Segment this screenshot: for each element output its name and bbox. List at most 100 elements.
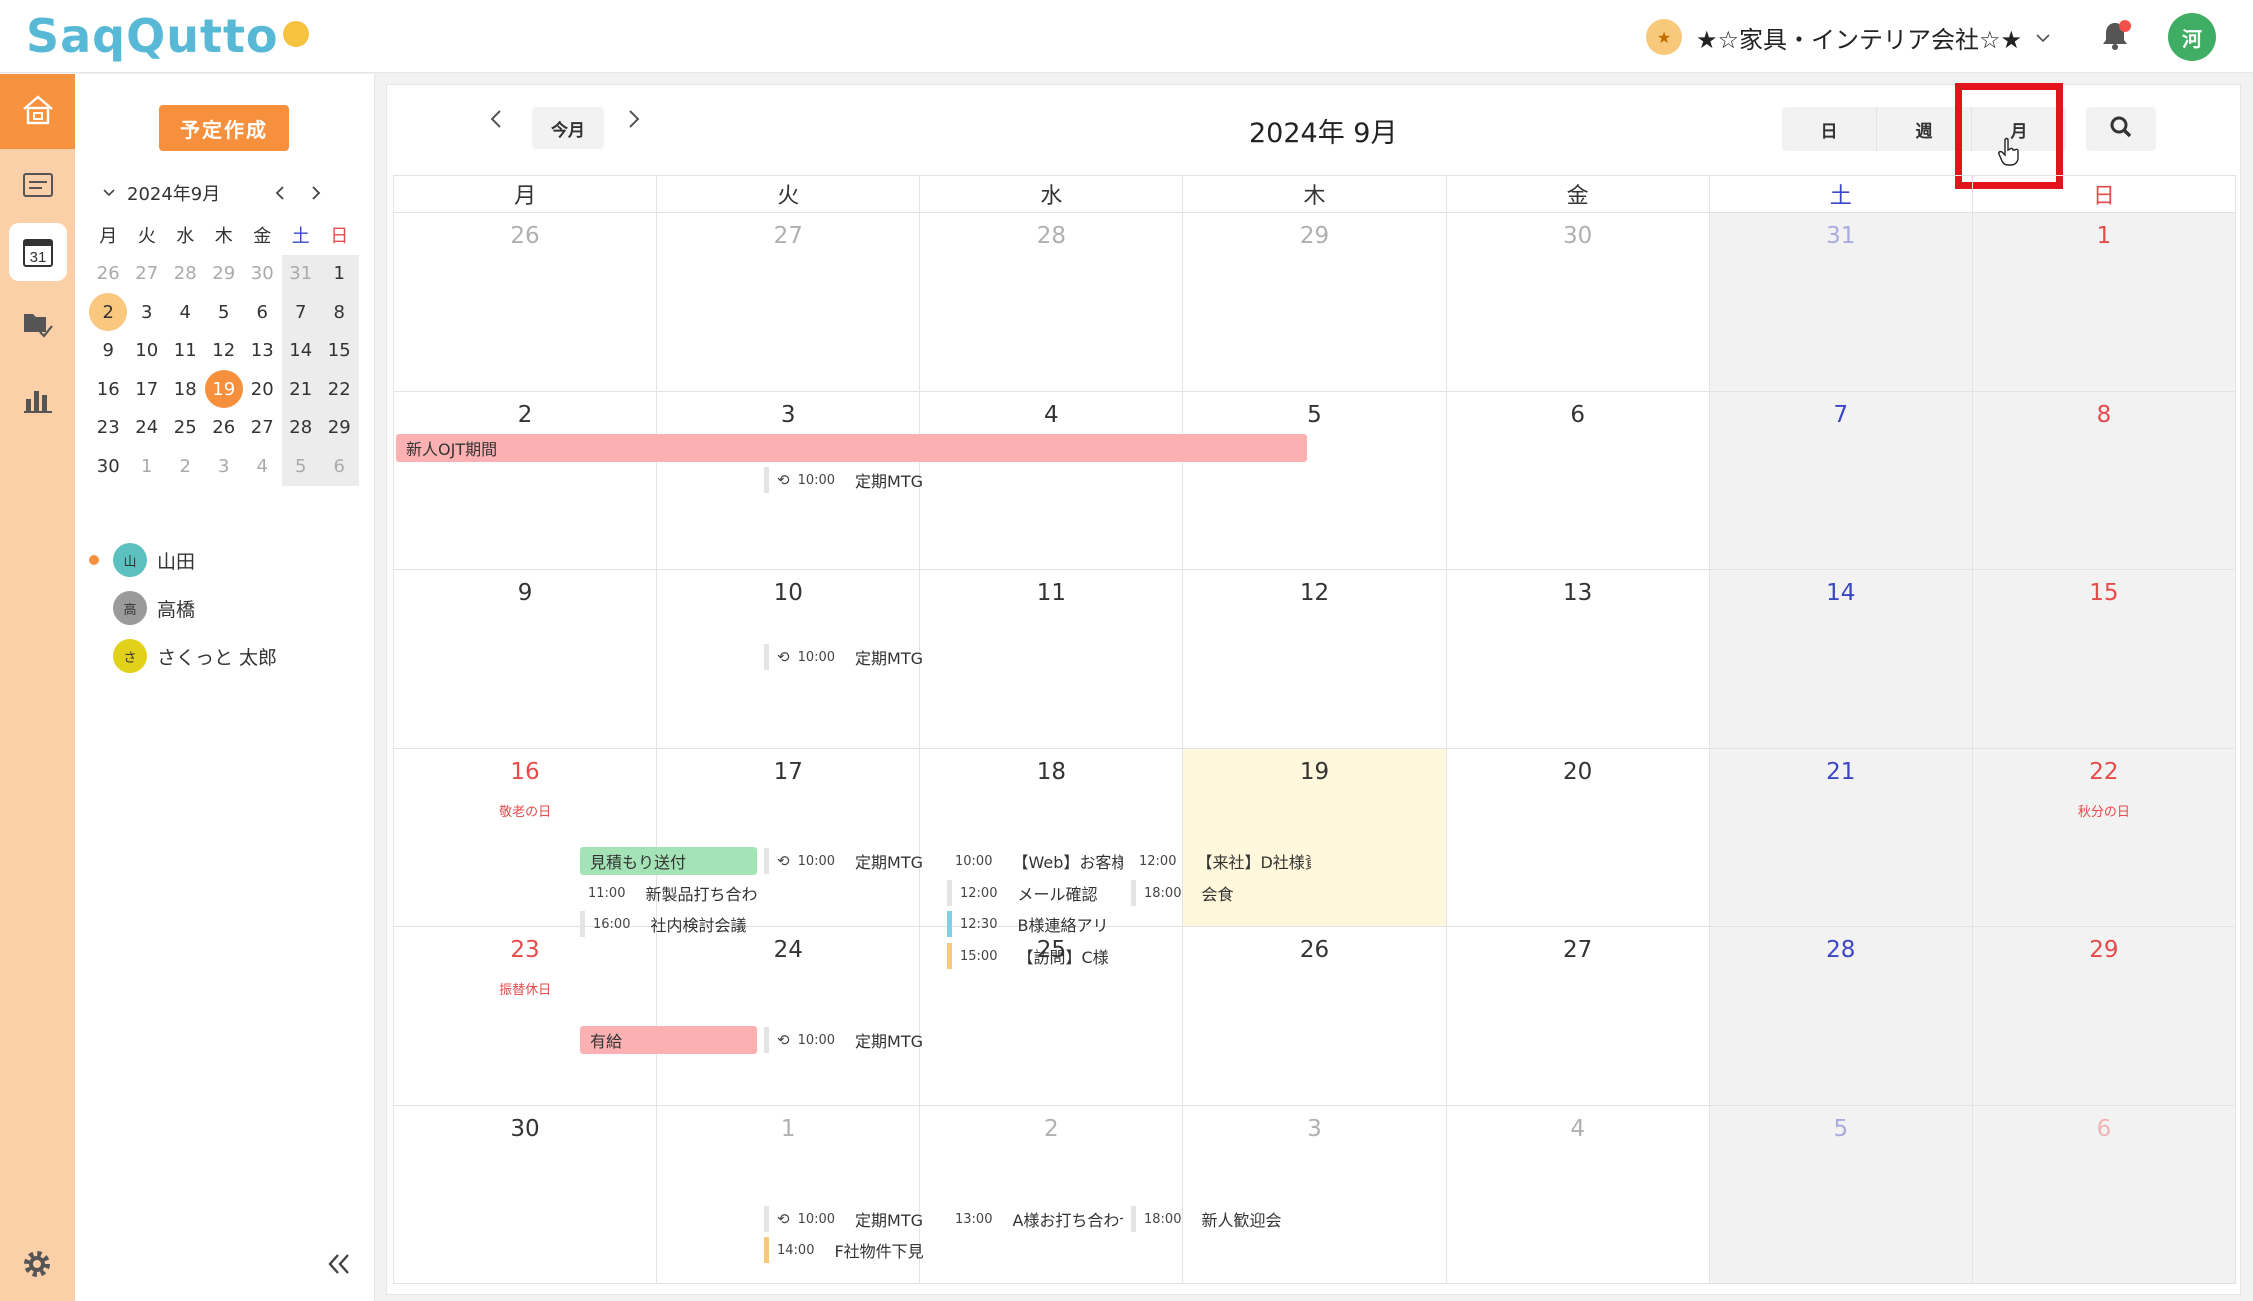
mini-day[interactable]: 16 [89, 370, 128, 409]
mini-day[interactable]: 15 [320, 331, 359, 370]
event-teiki-w5[interactable]: ⟲ 10:00 定期MTG [764, 1026, 944, 1054]
mini-day[interactable]: 29 [205, 255, 244, 294]
day-cell[interactable]: 5 [1708, 1105, 1972, 1283]
day-cell[interactable]: 4 [919, 391, 1182, 569]
company-switcher[interactable]: ★ ★☆家具・インテリア会社☆★ [1646, 17, 2050, 57]
mini-day[interactable]: 5 [281, 447, 320, 486]
mini-day[interactable]: 12 [205, 332, 244, 371]
day-cell[interactable]: 29 [1182, 213, 1445, 391]
event-oct3[interactable]: 13:00 A様お打ち合わせ_最終確認 [947, 1205, 1123, 1233]
mini-day[interactable]: 23 [89, 409, 128, 448]
day-cell[interactable]: 28 [919, 213, 1182, 391]
mini-day[interactable]: 11 [166, 332, 205, 371]
mini-day[interactable]: 10 [128, 332, 167, 371]
day-cell[interactable]: 5 [1182, 391, 1445, 569]
mini-day[interactable]: 26 [89, 255, 128, 294]
mini-next-icon[interactable] [311, 181, 321, 205]
day-cell[interactable]: 27 [1445, 927, 1709, 1105]
day-cell[interactable]: 7 [1708, 391, 1972, 569]
mini-day[interactable]: 22 [320, 370, 359, 409]
mini-day[interactable]: 7 [281, 293, 320, 332]
event-teiki-w4[interactable]: ⟲ 10:00 定期MTG [764, 847, 944, 875]
event-19-4[interactable]: 15:00 【訪問】C様 [947, 942, 1123, 970]
mini-day[interactable]: 2 [166, 447, 205, 486]
mini-day[interactable]: 3 [128, 293, 167, 332]
mini-day[interactable]: 4 [243, 447, 282, 486]
mini-day[interactable]: 25 [166, 409, 205, 448]
mini-day[interactable]: 18 [166, 370, 205, 409]
mini-prev-icon[interactable] [275, 181, 285, 205]
user-avatar[interactable]: 河 [2168, 13, 2216, 61]
member-item[interactable]: 高 高橋 [89, 584, 277, 632]
mini-day[interactable]: 29 [320, 408, 359, 447]
mini-day[interactable]: 13 [243, 332, 282, 371]
event-19-2[interactable]: 12:00 メール確認 [947, 879, 1123, 907]
nav-reports[interactable] [0, 364, 75, 439]
nav-home[interactable] [0, 74, 75, 149]
day-cell[interactable]: 11 [919, 570, 1182, 748]
mini-day[interactable]: 30 [89, 447, 128, 486]
day-cell[interactable]: 26 [1182, 927, 1445, 1105]
chevron-down-icon[interactable] [103, 185, 115, 201]
next-month-icon[interactable] [627, 107, 641, 137]
event-17-2[interactable]: 16:00 社内検討会議 [580, 910, 757, 938]
mini-day[interactable]: 28 [166, 255, 205, 294]
collapse-panel-icon[interactable] [327, 1244, 351, 1284]
event-mitsumori[interactable]: 見積もり送付 [580, 847, 757, 875]
day-cell[interactable]: 12 [1182, 570, 1445, 748]
day-cell[interactable]: 20 [1445, 748, 1709, 926]
mini-day[interactable]: 26 [205, 409, 244, 448]
settings-gear-icon[interactable] [20, 1247, 54, 1285]
event-20-1[interactable]: 12:00 【来社】D社様資材調整 [1131, 847, 1311, 875]
day-cell[interactable]: 28 [1708, 927, 1972, 1105]
day-cell[interactable]: 26 [393, 213, 656, 391]
event-teiki-w2[interactable]: ⟲ 10:00 定期MTG [764, 466, 944, 494]
day-cell[interactable]: 9 [393, 570, 656, 748]
view-day-button[interactable]: 日 [1782, 107, 1877, 151]
day-cell[interactable]: 22 秋分の日 [1971, 748, 2236, 926]
day-cell[interactable]: 27 [656, 213, 919, 391]
day-cell[interactable]: 2 [393, 391, 656, 569]
mini-day[interactable]: 30 [243, 255, 282, 294]
event-oct4[interactable]: 18:00 新人歓迎会 [1131, 1205, 1311, 1233]
mini-day[interactable]: 9 [89, 332, 128, 371]
mini-day[interactable]: 1 [320, 254, 359, 293]
prev-month-icon[interactable] [489, 107, 503, 137]
search-button[interactable] [2086, 107, 2156, 151]
day-cell[interactable]: 31 [1708, 213, 1972, 391]
event-19-3[interactable]: 12:30 B様連絡アリ [947, 910, 1123, 938]
mini-day[interactable]: 5 [205, 293, 244, 332]
mini-day[interactable]: 3 [205, 447, 244, 486]
member-item[interactable]: さ さくっと 太郎 [89, 632, 277, 680]
day-cell[interactable]: 21 [1708, 748, 1972, 926]
day-cell[interactable]: 8 [1971, 391, 2236, 569]
event-ojt[interactable]: 新人OJT期間 [396, 434, 1307, 462]
event-20-2[interactable]: 18:00 会食 [1131, 879, 1311, 907]
day-cell[interactable]: 23 振替休日 [393, 927, 656, 1105]
app-logo[interactable]: SaqQutto [26, 6, 309, 66]
this-month-button[interactable]: 今月 [532, 107, 604, 149]
day-cell[interactable]: 13 [1445, 570, 1709, 748]
mini-day[interactable]: 27 [243, 409, 282, 448]
mini-day[interactable]: 1 [128, 447, 167, 486]
day-cell[interactable]: 4 [1445, 1105, 1709, 1283]
mini-day[interactable]: 14 [281, 331, 320, 370]
event-19-1[interactable]: 10:00 【Web】お客様打ち合わせ [947, 847, 1123, 875]
day-cell[interactable]: 6 [1445, 391, 1709, 569]
event-oct2-2[interactable]: 14:00 F社物件下見 [764, 1236, 944, 1264]
mini-day[interactable]: 19 [204, 370, 244, 409]
mini-day[interactable]: 8 [320, 293, 359, 332]
create-event-button[interactable]: 予定作成 [159, 105, 289, 151]
day-cell[interactable]: 6 [1971, 1105, 2236, 1283]
nav-files[interactable] [0, 289, 75, 364]
mini-day[interactable]: 4 [166, 293, 205, 332]
event-teiki-w6[interactable]: ⟲ 10:00 定期MTG [764, 1205, 944, 1233]
notification-bell-icon[interactable] [2097, 18, 2133, 54]
event-17-1[interactable]: 11:00 新製品打ち合わせ [580, 879, 757, 907]
nav-list[interactable] [0, 149, 75, 224]
mini-day[interactable]: 27 [128, 255, 167, 294]
event-teiki-w3[interactable]: ⟲ 10:00 定期MTG [764, 643, 944, 671]
day-cell[interactable]: 3 [1182, 1105, 1445, 1283]
mini-day[interactable]: 6 [243, 293, 282, 332]
mini-day[interactable]: 24 [128, 409, 167, 448]
